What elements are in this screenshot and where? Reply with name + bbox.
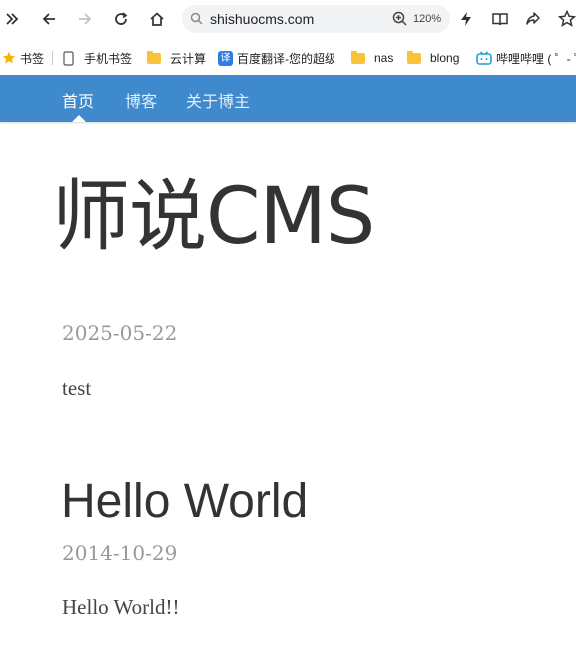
bookmark-label: nas <box>374 51 394 65</box>
post-title-link[interactable]: Hello World <box>61 473 308 531</box>
post-date: 2025-05-22 <box>62 321 178 345</box>
zoom-level: 120% <box>413 13 442 25</box>
bookmark-separator <box>52 51 53 65</box>
site-navbar: 首页 博客 关于博主 <box>0 75 576 122</box>
folder-icon <box>407 50 421 64</box>
bilibili-icon <box>476 51 492 65</box>
bookmark-item-translate[interactable]: 译 百度翻译-您的超级 <box>218 48 334 68</box>
bookmark-star-icon[interactable] <box>557 9 576 29</box>
reader-mode-icon[interactable] <box>490 9 510 29</box>
bookmark-item-nas[interactable]: nas <box>351 48 393 68</box>
bookmarks-bar: 书签 手机书签 云计算 译 百度翻译-您的超级 nas blong 哔哩哔哩 (… <box>0 44 576 72</box>
expand-sidebar-icon[interactable] <box>2 9 22 29</box>
bookmark-item-bilibili[interactable]: 哔哩哔哩 ( ゜- ゜ <box>476 48 576 68</box>
url-text: shishuocms.com <box>210 11 315 27</box>
forward-arrow-icon[interactable] <box>75 9 95 29</box>
bookmark-label: 手机书签 <box>84 51 133 66</box>
site-title: 师说CMS <box>52 172 375 262</box>
address-bar[interactable]: shishuocms.com 120% <box>182 5 450 33</box>
post-body: test <box>62 376 92 400</box>
search-icon <box>190 12 203 30</box>
translate-icon: 译 <box>218 50 233 66</box>
nav-item-about[interactable]: 关于博主 <box>186 88 250 112</box>
folder-icon <box>147 50 161 64</box>
bookmark-label: blong <box>430 51 460 65</box>
post-body: Hello World!! <box>62 595 180 619</box>
reload-icon[interactable] <box>111 9 131 29</box>
active-nav-indicator <box>72 115 86 122</box>
phone-icon <box>63 50 74 66</box>
post-date: 2014-10-29 <box>62 541 178 565</box>
bookmark-label: 百度翻译-您的超级 <box>237 51 334 66</box>
bookmark-item-blong[interactable]: blong <box>407 48 459 68</box>
lightning-icon[interactable] <box>456 9 476 29</box>
share-icon[interactable] <box>523 9 543 29</box>
zoom-in-icon[interactable] <box>392 11 407 31</box>
home-icon[interactable] <box>147 9 167 29</box>
bookmark-label: 云计算 <box>170 51 207 66</box>
bookmark-label: 书签 <box>20 51 45 66</box>
nav-item-home[interactable]: 首页 <box>62 88 94 112</box>
browser-toolbar: shishuocms.com 120% <box>0 0 576 38</box>
bookmark-item-cloud[interactable]: 云计算 <box>147 48 206 68</box>
bookmark-item-bookmarks[interactable]: 书签 <box>2 48 44 68</box>
star-icon <box>2 51 16 65</box>
folder-icon <box>351 50 365 64</box>
bookmark-label: 哔哩哔哩 ( ゜- ゜ <box>496 51 576 66</box>
bookmark-item-mobile[interactable]: 手机书签 <box>63 48 132 68</box>
back-arrow-icon[interactable] <box>39 9 59 29</box>
nav-item-blog[interactable]: 博客 <box>125 88 157 112</box>
